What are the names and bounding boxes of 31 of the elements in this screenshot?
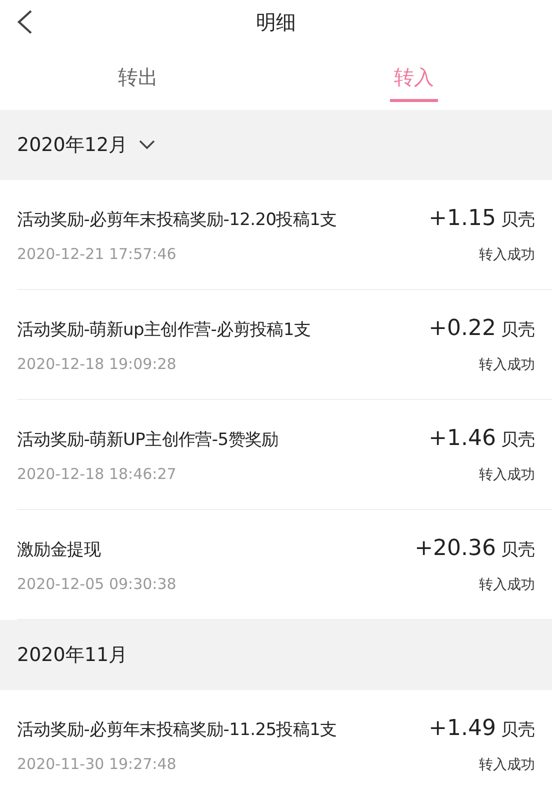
- month-label: 2020年11月: [17, 643, 128, 668]
- transaction-status: 转入成功: [479, 576, 535, 594]
- amount: +1.46: [428, 426, 496, 450]
- chevron-down-icon[interactable]: [138, 139, 156, 151]
- transaction-status: 转入成功: [479, 356, 535, 374]
- back-icon[interactable]: [16, 9, 34, 35]
- transaction-status: 转入成功: [479, 756, 535, 774]
- currency-unit: 贝壳: [501, 718, 535, 740]
- page-title: 明细: [256, 9, 296, 36]
- currency-unit: 贝壳: [501, 428, 535, 450]
- currency-unit: 贝壳: [501, 208, 535, 230]
- transaction-time: 2020-12-21 17:57:46: [17, 244, 176, 262]
- transaction-time: 2020-12-18 19:09:28: [17, 354, 176, 372]
- currency-unit: 贝壳: [501, 538, 535, 560]
- amount: +20.36: [414, 536, 496, 560]
- transaction-time: 2020-11-30 19:27:48: [17, 754, 176, 772]
- transaction-time: 2020-12-05 09:30:38: [17, 574, 176, 592]
- amount: +1.15: [428, 206, 496, 230]
- month-label: 2020年12月: [17, 133, 128, 158]
- transaction-time: 2020-12-18 18:46:27: [17, 464, 176, 482]
- transaction-title: 活动奖励-萌新up主创作营-必剪投稿1支: [17, 318, 311, 340]
- currency-unit: 贝壳: [501, 318, 535, 340]
- transaction-title: 活动奖励-必剪年末投稿奖励-11.25投稿1支: [17, 718, 337, 740]
- transaction-title: 活动奖励-萌新UP主创作营-5赞奖励: [17, 428, 278, 450]
- amount: +0.22: [428, 316, 496, 340]
- transaction-status: 转入成功: [479, 246, 535, 264]
- tab[interactable]: 转出: [0, 45, 276, 110]
- transaction-title: 激励金提现: [17, 538, 101, 560]
- transaction-status: 转入成功: [479, 466, 535, 484]
- transaction-title: 活动奖励-必剪年末投稿奖励-12.20投稿1支: [17, 208, 337, 230]
- amount: +1.49: [428, 716, 496, 740]
